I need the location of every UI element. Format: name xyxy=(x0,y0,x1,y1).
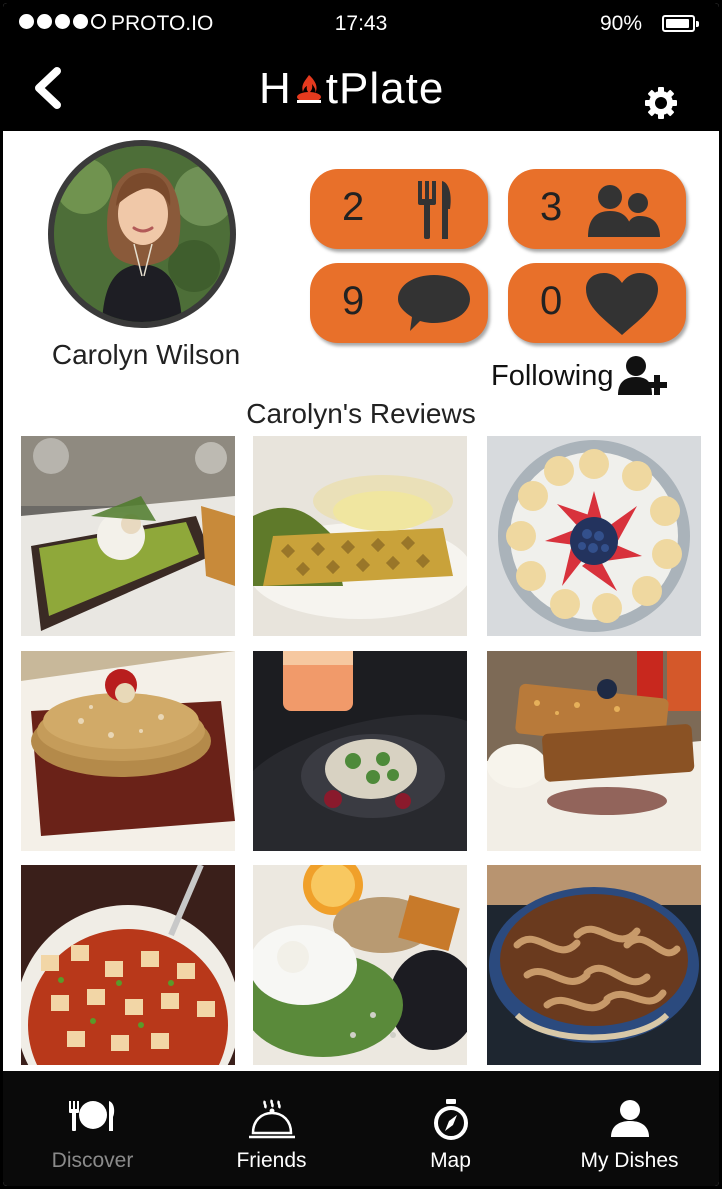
review-photo[interactable] xyxy=(253,436,467,636)
user-icon xyxy=(610,1100,649,1137)
gear-icon xyxy=(645,87,677,119)
app-logo: H tPlate xyxy=(259,61,463,117)
add-user-icon xyxy=(617,356,667,395)
plate-icon xyxy=(68,1101,114,1131)
review-photo[interactable] xyxy=(487,651,701,851)
friends-count-button[interactable]: 3 xyxy=(508,169,686,249)
tab-friends-label: Friends xyxy=(236,1149,307,1172)
reviews-title: Carolyn's Reviews xyxy=(246,398,476,429)
flame-plate-icon xyxy=(294,69,324,109)
review-photo[interactable] xyxy=(253,651,467,851)
tab-discover-label: Discover xyxy=(51,1149,134,1172)
battery-percent: 90% xyxy=(600,12,643,35)
friends-count: 3 xyxy=(540,185,563,229)
tab-my-dishes[interactable]: My Dishes xyxy=(540,1071,719,1186)
profile-name: Carolyn Wilson xyxy=(51,339,241,370)
settings-button[interactable] xyxy=(641,83,681,123)
chevron-left-icon xyxy=(35,67,61,109)
review-photo[interactable] xyxy=(21,651,235,851)
following-button[interactable]: Following xyxy=(491,355,670,397)
group-icon xyxy=(588,185,660,237)
tab-bar: Discover Friends Map My Dishes xyxy=(3,1071,719,1186)
tab-friends[interactable]: Friends xyxy=(182,1071,361,1186)
app-screen: PROTO.IO 17:43 90% H tPlate Carolyn Wils… xyxy=(3,3,719,1186)
logo-text-start: H xyxy=(259,64,292,113)
dishes-count-button[interactable]: 2 xyxy=(310,169,488,249)
tab-my-dishes-label: My Dishes xyxy=(580,1149,679,1172)
status-bar: PROTO.IO 17:43 90% xyxy=(3,3,719,45)
review-photo[interactable] xyxy=(487,436,701,636)
tab-discover[interactable]: Discover xyxy=(3,1071,182,1186)
logo-text-end: tPlate xyxy=(325,64,445,113)
tab-map[interactable]: Map xyxy=(361,1071,540,1186)
tab-map-label: Map xyxy=(430,1149,471,1172)
compass-icon xyxy=(433,1099,468,1140)
back-button[interactable] xyxy=(27,65,71,111)
nav-bar: H tPlate xyxy=(3,45,719,131)
cloche-icon xyxy=(248,1099,295,1139)
battery-icon xyxy=(662,15,699,32)
avatar[interactable] xyxy=(48,140,236,328)
review-photo[interactable] xyxy=(487,865,701,1065)
review-photo[interactable] xyxy=(253,865,467,1065)
following-label: Following xyxy=(491,359,614,392)
likes-count: 0 xyxy=(540,279,563,323)
review-photo[interactable] xyxy=(21,865,235,1065)
heart-icon xyxy=(586,273,658,335)
fork-knife-icon xyxy=(418,181,451,239)
dishes-count: 2 xyxy=(342,185,365,229)
comments-count: 9 xyxy=(342,279,365,323)
comments-count-button[interactable]: 9 xyxy=(310,263,488,343)
speech-bubble-icon xyxy=(398,275,470,331)
review-photo[interactable] xyxy=(21,436,235,636)
likes-count-button[interactable]: 0 xyxy=(508,263,686,343)
